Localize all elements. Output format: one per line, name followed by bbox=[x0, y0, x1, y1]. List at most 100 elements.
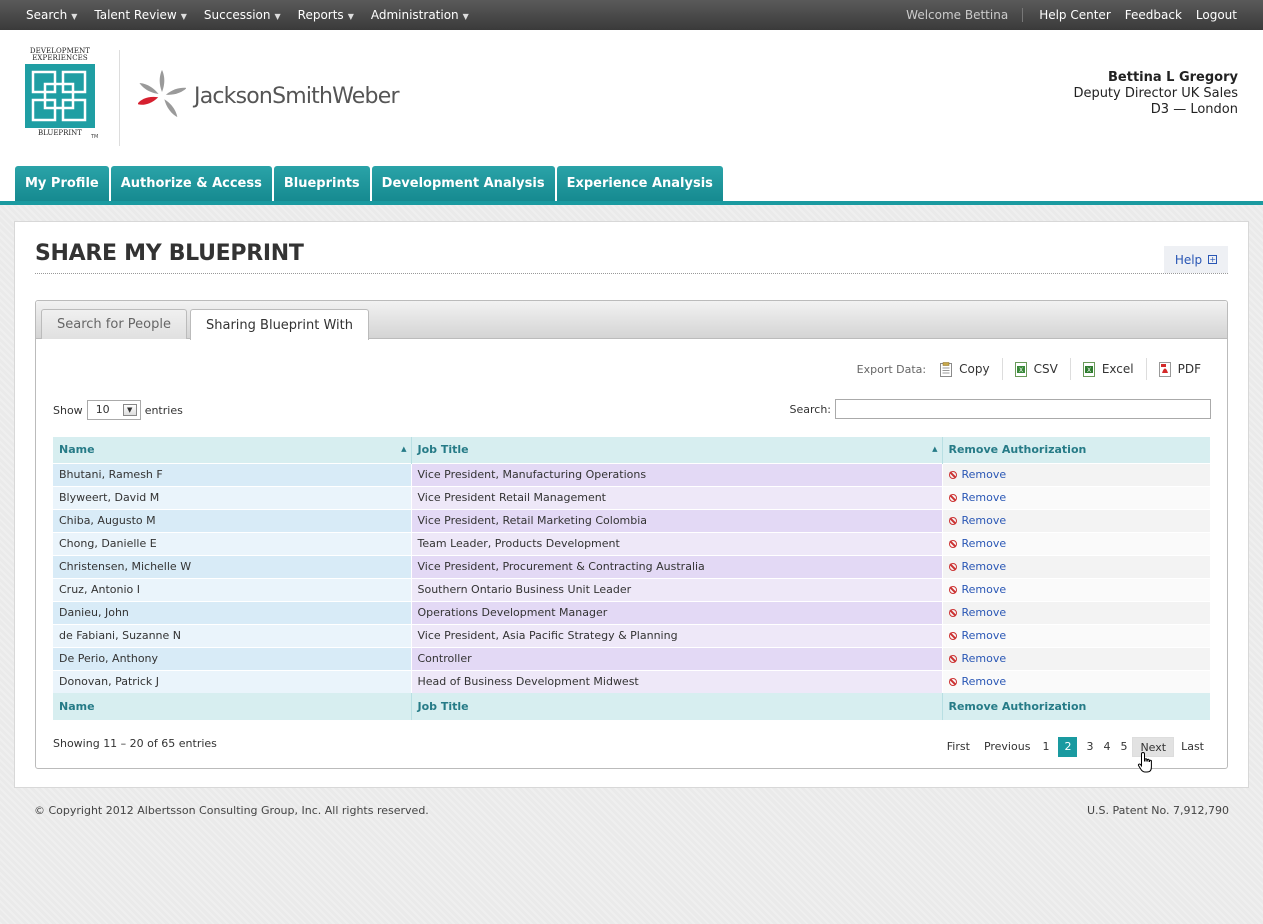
company-name: JacksonSmithWeber bbox=[194, 83, 400, 109]
top-nav-menus: Search ▼ Talent Review ▼ Succession ▼ Repor… bbox=[26, 0, 486, 30]
main-tabs: My Profile Authorize & Access Blueprints… bbox=[15, 166, 725, 201]
entries-label: entries bbox=[144, 403, 183, 417]
clipboard-icon bbox=[940, 361, 953, 377]
pagination-first[interactable]: First bbox=[940, 737, 977, 757]
cell-remove-authorization: Remove bbox=[941, 485, 1210, 509]
menu-administration[interactable]: Administration ▼ bbox=[371, 8, 469, 22]
menu-label: Talent Review bbox=[94, 8, 177, 22]
column-header-label: Remove Authorization bbox=[948, 443, 1087, 457]
prohibited-icon bbox=[948, 655, 957, 663]
cell-job-title: Vice President, Asia Pacific Strategy & … bbox=[410, 623, 942, 647]
remove-link[interactable]: Remove bbox=[948, 560, 1006, 573]
top-nav-right: Welcome Bettina Help Center Feedback Log… bbox=[906, 0, 1237, 30]
cell-job-title: Vice President, Retail Marketing Colombi… bbox=[410, 508, 942, 532]
cell-name: De Perio, Anthony bbox=[53, 646, 411, 670]
page-size-select[interactable]: 10 ▼ bbox=[86, 400, 141, 420]
remove-link[interactable]: Remove bbox=[948, 537, 1007, 550]
remove-label: Remove bbox=[961, 652, 1007, 665]
table-info: Showing 11 – 20 of 65 entries bbox=[53, 737, 217, 750]
pagination-page-5[interactable]: 5 bbox=[1115, 737, 1132, 757]
remove-label: Remove bbox=[961, 583, 1007, 596]
cell-remove-authorization: Remove bbox=[941, 577, 1210, 601]
cell-remove-authorization: Remove bbox=[941, 623, 1210, 647]
remove-link[interactable]: Remove bbox=[948, 468, 1006, 481]
remove-link[interactable]: Remove bbox=[948, 514, 1007, 527]
cell-job-title: Southern Ontario Business Unit Leader bbox=[410, 577, 942, 601]
prohibited-icon bbox=[948, 586, 957, 594]
tab-blueprints[interactable]: Blueprints bbox=[273, 166, 370, 201]
chevron-down-icon: ▼ bbox=[122, 404, 137, 416]
remove-link[interactable]: Remove bbox=[948, 629, 1006, 642]
menu-label: Succession bbox=[203, 8, 271, 22]
column-header-label: Job Title bbox=[417, 443, 469, 457]
remove-label: Remove bbox=[961, 514, 1007, 527]
column-header-job-title[interactable]: Job Title ▲ bbox=[410, 437, 942, 463]
table-row: Donovan, Patrick J Head of Business Devel… bbox=[53, 669, 1210, 693]
chevron-down-icon: ▼ bbox=[274, 12, 281, 21]
menu-talent-review[interactable]: Talent Review ▼ bbox=[94, 8, 187, 22]
pagination-last[interactable]: Last bbox=[1174, 737, 1211, 757]
remove-label: Remove bbox=[961, 606, 1007, 619]
hand-pointer-cursor-icon bbox=[1137, 751, 1152, 773]
excel-file-icon: X bbox=[1082, 361, 1095, 377]
tab-experience-analysis[interactable]: Experience Analysis bbox=[556, 166, 723, 201]
remove-link[interactable]: Remove bbox=[948, 675, 1006, 688]
help-button[interactable]: Help + bbox=[1164, 246, 1228, 273]
remove-label: Remove bbox=[961, 537, 1007, 550]
menu-reports[interactable]: Reports ▼ bbox=[298, 8, 354, 22]
user-info: Bettina L Gregory Deputy Director UK Sal… bbox=[1073, 70, 1238, 118]
logo-mark bbox=[25, 64, 95, 128]
tab-my-profile[interactable]: My Profile bbox=[15, 166, 109, 201]
copyright-text: © Copyright 2012 Albertsson Consulting G… bbox=[34, 804, 429, 817]
csv-file-icon: X bbox=[1014, 361, 1027, 377]
feedback-link[interactable]: Feedback bbox=[1125, 8, 1182, 22]
help-center-link[interactable]: Help Center bbox=[1039, 8, 1111, 22]
pagination-page-4[interactable]: 4 bbox=[1098, 737, 1115, 757]
cell-job-title: Head of Business Development Midwest bbox=[410, 669, 942, 693]
svg-text:X: X bbox=[1019, 367, 1023, 374]
remove-link[interactable]: Remove bbox=[948, 583, 1007, 596]
page-title: SHARE MY BLUEPRINT bbox=[35, 241, 304, 266]
prohibited-icon bbox=[948, 563, 957, 571]
tab-development-analysis[interactable]: Development Analysis bbox=[371, 166, 555, 201]
cell-job-title: Vice President, Manufacturing Operations bbox=[410, 462, 942, 486]
chevron-down-icon: ▼ bbox=[71, 12, 78, 21]
search-input[interactable] bbox=[835, 399, 1211, 419]
chevron-down-icon: ▼ bbox=[462, 12, 469, 21]
pagination-page-1[interactable]: 1 bbox=[1037, 737, 1054, 757]
tab-authorize-access[interactable]: Authorize & Access bbox=[110, 166, 272, 201]
search-label: Search: bbox=[789, 402, 832, 416]
table-row: Chong, Danielle E Team Leader, Products D… bbox=[53, 531, 1210, 555]
remove-link[interactable]: Remove bbox=[948, 652, 1007, 665]
cell-remove-authorization: Remove bbox=[941, 531, 1210, 555]
pdf-file-icon bbox=[1158, 361, 1171, 377]
page-size-value: 10 bbox=[95, 403, 110, 416]
tab-sharing-blueprint-with[interactable]: Sharing Blueprint With bbox=[190, 309, 369, 340]
export-pdf-label: PDF bbox=[1177, 362, 1201, 376]
pagination-page-3[interactable]: 3 bbox=[1081, 737, 1098, 757]
logo-top-text: DEVELOPMENT EXPERIENCES bbox=[29, 47, 91, 62]
pagination: First Previous 1 2 3 4 5 Next Last bbox=[940, 737, 1211, 757]
pagination-previous[interactable]: Previous bbox=[977, 737, 1038, 757]
menu-succession[interactable]: Succession ▼ bbox=[204, 8, 281, 22]
cell-remove-authorization: Remove bbox=[941, 554, 1210, 578]
export-csv-button[interactable]: X CSV bbox=[1001, 358, 1070, 380]
pagination-page-2[interactable]: 2 bbox=[1058, 737, 1078, 757]
table-row: de Fabiani, Suzanne N Vice President, Asi… bbox=[53, 623, 1210, 647]
remove-link[interactable]: Remove bbox=[948, 606, 1007, 619]
column-header-name[interactable]: Name ▲ bbox=[53, 437, 411, 463]
export-copy-button[interactable]: Copy bbox=[940, 358, 1001, 380]
cell-name: Danieu, John bbox=[53, 600, 411, 624]
tab-search-for-people[interactable]: Search for People bbox=[41, 309, 187, 339]
export-excel-button[interactable]: X Excel bbox=[1069, 358, 1146, 380]
menu-search[interactable]: Search ▼ bbox=[26, 8, 77, 22]
blueprint-logo: DEVELOPMENT EXPERIENCES BLUEPRINT TM bbox=[25, 48, 101, 140]
cell-name: Blyweert, David M bbox=[53, 485, 411, 509]
cell-remove-authorization: Remove bbox=[941, 669, 1210, 693]
logout-link[interactable]: Logout bbox=[1196, 8, 1237, 22]
export-pdf-button[interactable]: PDF bbox=[1145, 358, 1213, 380]
cell-name: Donovan, Patrick J bbox=[53, 669, 411, 693]
table-search: Search: bbox=[789, 399, 1211, 419]
user-location: D3 — London bbox=[1150, 102, 1238, 117]
remove-link[interactable]: Remove bbox=[948, 491, 1006, 504]
